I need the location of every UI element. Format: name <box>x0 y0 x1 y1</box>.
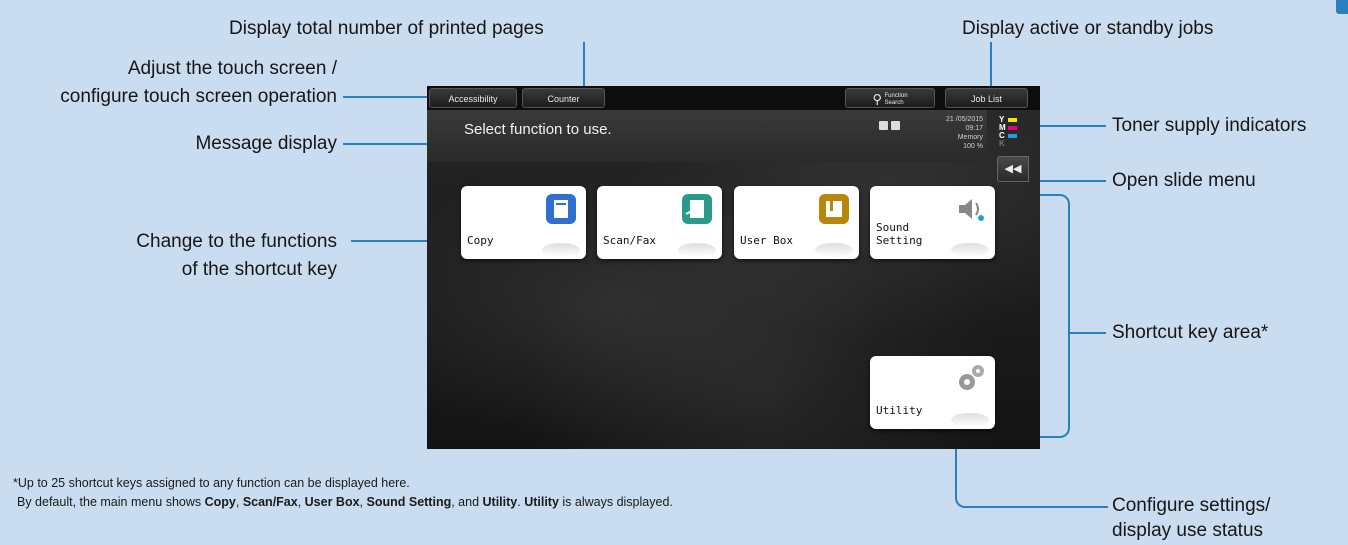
leader-slide-menu <box>1030 180 1106 182</box>
double-left-arrow-icon: ◀◀ <box>1004 163 1022 175</box>
job-list-button[interactable]: Job List <box>945 88 1028 108</box>
callout-job-list: Display active or standby jobs <box>962 18 1214 39</box>
callout-shortcut-area: Shortcut key area* <box>1112 322 1269 343</box>
counter-button[interactable]: Counter <box>522 88 605 108</box>
date-text: 21 /05/2015 <box>946 116 983 123</box>
status-area: 21 /05/2015 09:17 Memory 100 % <box>939 115 983 151</box>
footnote: *Up to 25 shortcut keys assigned to any … <box>13 474 673 512</box>
copy-shortcut-key[interactable]: Copy <box>461 186 586 259</box>
slide-menu-button[interactable]: ◀◀ <box>997 156 1029 182</box>
utility-reflection <box>951 413 989 427</box>
corner-tab <box>1336 0 1348 14</box>
callout-slide-menu: Open slide menu <box>1112 170 1256 191</box>
callout-message: Message display <box>195 133 337 154</box>
search-icon: ⚲ <box>872 91 882 107</box>
callout-utility-line1: Configure settings/ <box>1112 495 1271 516</box>
scan-fax-label: Scan/Fax <box>603 234 656 247</box>
touch-panel-screen: Accessibility Counter ⚲ Function Search J… <box>427 86 1040 449</box>
status-icons <box>879 117 903 135</box>
speaker-icon <box>959 199 984 221</box>
footnote-line2: By default, the main menu shows Copy, Sc… <box>17 495 673 509</box>
function-search-button[interactable]: ⚲ Function Search <box>845 88 935 108</box>
gear-icon <box>959 365 984 390</box>
leader-message <box>343 143 431 145</box>
utility-shortcut-key[interactable]: Utility <box>870 356 995 429</box>
warning-icon <box>891 121 900 130</box>
scan-fax-icon <box>682 194 712 224</box>
scan-fax-shortcut-key[interactable]: Scan/Fax <box>597 186 722 259</box>
memory-value: 100 % <box>963 143 983 150</box>
user-box-label: User Box <box>740 234 793 247</box>
copy-label: Copy <box>467 234 494 247</box>
lock-icon <box>879 121 888 130</box>
toner-m-bar <box>1008 126 1017 130</box>
footnote-line1: *Up to 25 shortcut keys assigned to any … <box>13 476 410 490</box>
toner-k: K <box>999 139 1005 148</box>
top-bar: Accessibility Counter ⚲ Function Search J… <box>427 86 1040 110</box>
callout-accessibility-line2: configure touch screen operation <box>60 86 337 107</box>
user-box-shortcut-key[interactable]: User Box <box>734 186 859 259</box>
user-box-reflection <box>815 243 853 257</box>
message-text: Select function to use. <box>464 121 612 138</box>
callout-shortcut-line2: of the shortcut key <box>181 259 337 280</box>
callout-counter: Display total number of printed pages <box>229 18 544 39</box>
leader-accessibility <box>343 96 431 98</box>
callout-accessibility-line1: Adjust the touch screen / <box>127 58 337 79</box>
toner-indicators: Y M C K <box>999 116 1021 148</box>
sound-setting-shortcut-key[interactable]: Sound Setting <box>870 186 995 259</box>
copy-icon <box>546 194 576 224</box>
leader-shortcut-area <box>1068 332 1106 334</box>
utility-label: Utility <box>876 404 923 417</box>
callout-utility-line2: display use status <box>1112 520 1264 541</box>
function-search-label: Function Search <box>884 92 908 106</box>
time-text: 09:17 <box>965 125 983 132</box>
memory-label: Memory <box>957 134 983 141</box>
accessibility-button[interactable]: Accessibility <box>429 88 517 108</box>
scan-fax-reflection <box>678 243 716 257</box>
callout-shortcut-line1: Change to the functions <box>136 231 337 252</box>
callout-toner: Toner supply indicators <box>1112 115 1307 136</box>
user-box-icon <box>819 194 849 224</box>
toner-c-bar <box>1008 134 1017 138</box>
sound-setting-label: Sound Setting <box>876 221 923 247</box>
message-bar: Select function to use. 21 /05/2015 09:1… <box>427 110 987 162</box>
sound-reflection <box>951 243 989 257</box>
toner-y-bar <box>1008 118 1017 122</box>
copy-reflection <box>542 243 580 257</box>
